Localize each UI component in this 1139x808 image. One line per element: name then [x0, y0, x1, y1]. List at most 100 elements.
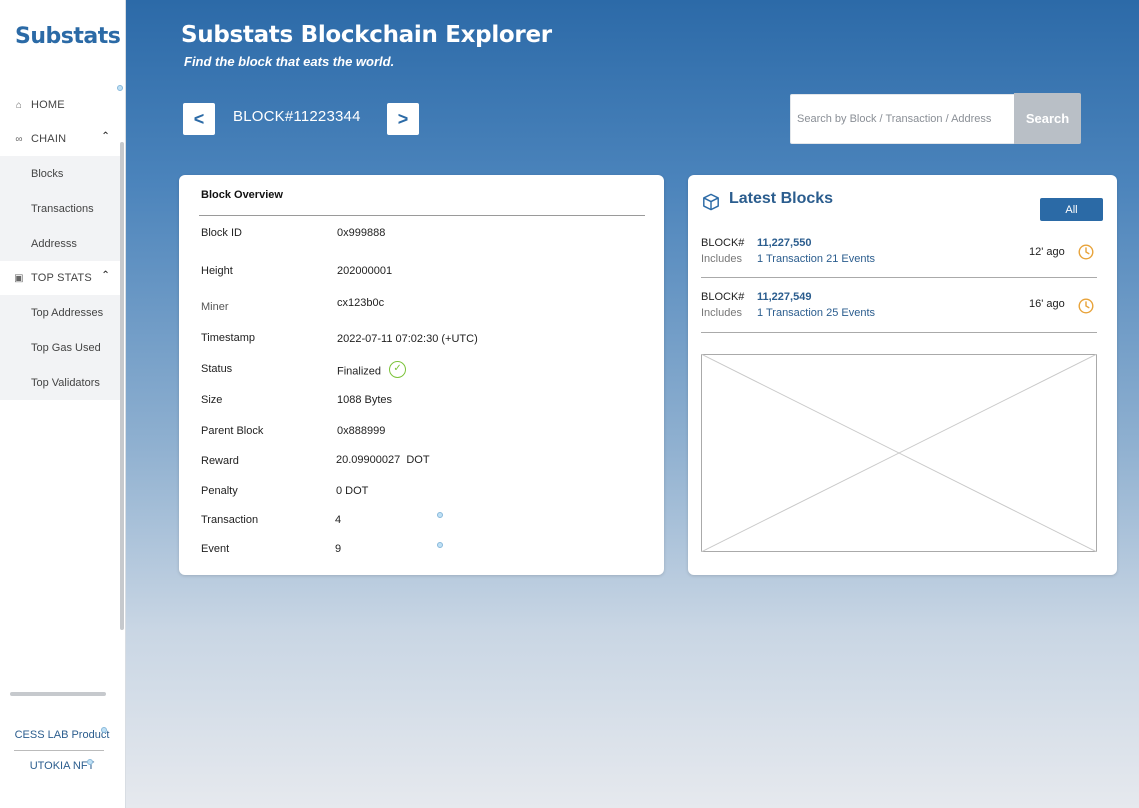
sidebar-item-top-addresses[interactable]: Top Addresses [0, 295, 120, 330]
row-key: Penalty [201, 485, 238, 497]
row-value: 202000001 [337, 265, 393, 277]
chevron-left-icon: < [193, 108, 205, 129]
overview-row-size: Size 1088 Bytes [201, 394, 641, 410]
overview-row-reward: Reward 20.09900027 DOT [201, 454, 641, 471]
row-value: 0x999888 [337, 227, 386, 239]
footer-divider [14, 750, 104, 751]
sidebar-item-label: TOP STATS [31, 272, 92, 284]
link-icon: ∞ [15, 133, 23, 145]
divider [701, 332, 1097, 333]
row-key: Timestamp [201, 332, 255, 344]
marker-dot [437, 542, 443, 548]
sidebar-item-label: HOME [31, 99, 65, 111]
block-detail-link[interactable]: 1 Transaction 25 Events [757, 307, 875, 319]
home-icon: ⌂ [15, 99, 23, 111]
image-placeholder [701, 354, 1097, 552]
clock-icon [1078, 244, 1094, 260]
chevron-right-icon: > [397, 108, 409, 129]
sidebar-item-transactions[interactable]: Transactions [0, 191, 120, 226]
divider [701, 277, 1097, 278]
page-title: Substats Blockchain Explorer [181, 22, 552, 48]
sidebar-item-top-stats[interactable]: ▣ TOP STATS ⌃ [0, 261, 120, 295]
row-key: Transaction [201, 514, 259, 526]
sidebar-item-top-gas-used[interactable]: Top Gas Used [0, 330, 120, 365]
stats-icon: ▣ [14, 272, 24, 284]
row-value: 20.09900027 DOT [336, 454, 430, 466]
block-prefix: BLOCK# [701, 237, 745, 249]
row-value[interactable]: 4 [335, 514, 341, 526]
block-age: 12' ago [1029, 246, 1065, 258]
chain-submenu: Blocks Transactions Addresss [0, 156, 120, 261]
block-overview-card: Block Overview Block ID 0x999888 Height … [179, 175, 664, 575]
overview-row-event: Event 9 [201, 543, 641, 559]
card-title: Latest Blocks [729, 190, 834, 207]
cube-icon [703, 193, 719, 211]
card-title: Block Overview [201, 189, 283, 201]
logo[interactable]: Substats [15, 24, 121, 49]
status-value: Finalized ✓ [337, 361, 407, 380]
overview-row-parent-block: Parent Block 0x888999 [201, 425, 641, 441]
block-age: 16' ago [1029, 298, 1065, 310]
previous-block-button[interactable]: < [183, 103, 215, 135]
latest-block-item[interactable]: BLOCK# 11,227,550 Includes 1 Transaction… [701, 237, 1097, 293]
row-key: Height [201, 265, 233, 277]
row-value[interactable]: 9 [335, 543, 341, 555]
includes-label: Includes [701, 253, 742, 265]
overview-row-miner: Miner cx123b0c [201, 297, 641, 316]
page-tagline: Find the block that eats the world. [184, 54, 395, 69]
sidebar: Substats ⌂ HOME ∞ CHAIN ⌃ Blocks Transac… [0, 0, 126, 808]
current-block-label: BLOCK#11223344 [233, 108, 361, 125]
sidebar-item-blocks[interactable]: Blocks [0, 156, 120, 191]
sidebar-nav: ⌂ HOME ∞ CHAIN ⌃ Blocks Transactions Add… [0, 88, 120, 400]
top-stats-submenu: Top Addresses Top Gas Used Top Validator… [0, 295, 120, 400]
sidebar-item-addresses[interactable]: Addresss [0, 226, 120, 261]
sidebar-item-home[interactable]: ⌂ HOME [0, 88, 120, 122]
search-input[interactable] [790, 94, 1015, 144]
sidebar-scrollbar[interactable] [120, 142, 124, 630]
row-value: 0 DOT [336, 485, 369, 497]
block-number-link[interactable]: 11,227,549 [757, 291, 811, 303]
next-block-button[interactable]: > [387, 103, 419, 135]
check-circle-icon: ✓ [389, 361, 407, 378]
row-key: Reward [201, 455, 239, 467]
latest-block-item[interactable]: BLOCK# 11,227,549 Includes 1 Transaction… [701, 291, 1097, 347]
overview-row-transaction: Transaction 4 [201, 514, 641, 530]
overview-row-block-id: Block ID 0x999888 [201, 227, 641, 243]
marker-dot [87, 759, 93, 765]
sidebar-item-label: CHAIN [31, 133, 67, 145]
row-key: Size [201, 394, 223, 406]
divider [199, 215, 645, 216]
row-value: 1088 Bytes [337, 394, 393, 406]
block-detail-link[interactable]: 1 Transaction 21 Events [757, 253, 875, 265]
view-all-button[interactable]: All [1040, 198, 1103, 221]
sidebar-item-chain[interactable]: ∞ CHAIN ⌃ [0, 122, 120, 156]
includes-label: Includes [701, 307, 742, 319]
row-key: Event [201, 543, 230, 555]
row-key: Miner [201, 301, 229, 313]
row-key: Parent Block [201, 425, 264, 437]
clock-icon [1078, 298, 1094, 314]
footer-link-utokia[interactable]: UTOKIA NFT [14, 760, 110, 772]
overview-row-penalty: Penalty 0 DOT [201, 485, 641, 501]
marker-dot [437, 512, 443, 518]
row-key: Block ID [201, 227, 242, 239]
marker-dot [101, 727, 107, 733]
footer-link-cess-lab[interactable]: CESS LAB Product [14, 729, 110, 741]
sidebar-horizontal-scrollbar[interactable] [10, 692, 106, 696]
overview-row-height: Height 202000001 [201, 265, 641, 281]
sidebar-item-top-validators[interactable]: Top Validators [0, 365, 120, 400]
block-number-link[interactable]: 11,227,550 [757, 237, 811, 249]
row-key: Status [201, 363, 233, 375]
block-prefix: BLOCK# [701, 291, 745, 303]
row-value[interactable]: 0x888999 [337, 425, 385, 437]
overview-row-timestamp: Timestamp 2022-07-11 07:02:30 (+UTC) [201, 332, 641, 348]
chevron-up-icon[interactable]: ⌃ [101, 131, 110, 142]
row-value: 2022-07-11 07:02:30 (+UTC) [337, 333, 478, 345]
chevron-up-icon[interactable]: ⌃ [101, 270, 110, 281]
marker-dot [117, 85, 123, 91]
overview-row-status: Status Finalized ✓ [201, 361, 641, 380]
search-button[interactable]: Search [1014, 93, 1081, 144]
latest-blocks-card: Latest Blocks All BLOCK# 11,227,550 Incl… [688, 175, 1117, 575]
row-value[interactable]: cx123b0c [337, 297, 384, 309]
status-text: Finalized [337, 365, 382, 378]
